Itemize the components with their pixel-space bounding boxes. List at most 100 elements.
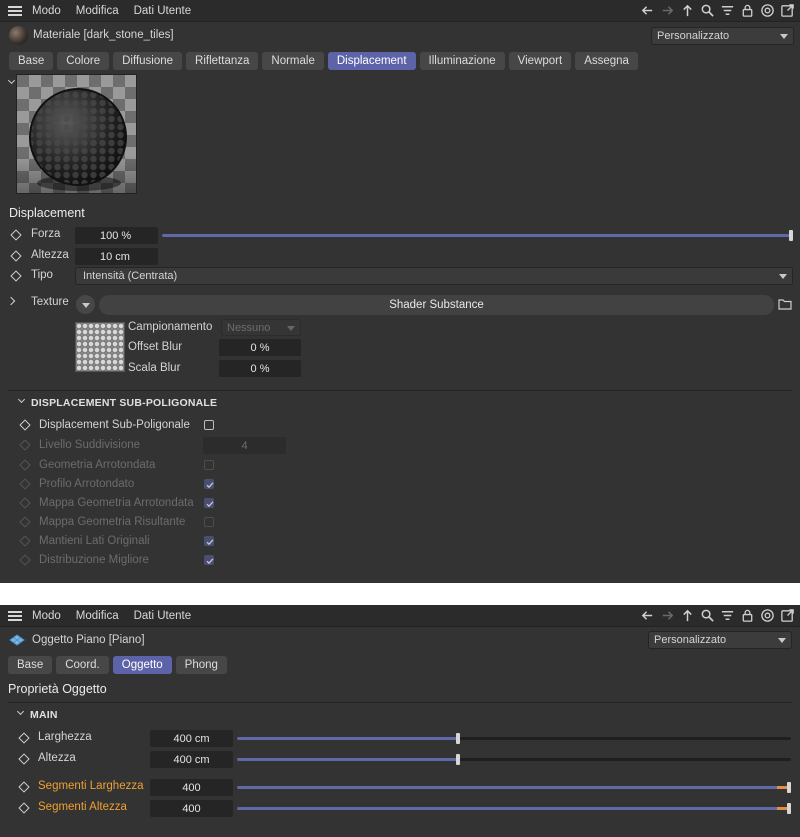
- scala-blur-label: Scala Blur: [128, 362, 181, 374]
- segmenti-altezza-slider-handle[interactable]: [787, 803, 791, 814]
- geometria-arrotondata-checkbox[interactable]: [204, 460, 214, 470]
- shader-substance-button[interactable]: Shader Substance: [99, 295, 774, 315]
- mappa-geometria-risultante-checkbox[interactable]: [204, 517, 214, 527]
- displacement-section-title: Displacement: [9, 206, 85, 220]
- menu-modifica[interactable]: Modifica: [76, 610, 119, 622]
- forward-arrow-icon[interactable]: [659, 2, 676, 19]
- keyframe-diamond-icon[interactable]: [10, 250, 22, 262]
- keyframe-diamond-icon[interactable]: [10, 229, 22, 241]
- campionamento-select[interactable]: Nessuno: [221, 319, 301, 336]
- altezza-slider-handle[interactable]: [455, 754, 460, 765]
- forza-input[interactable]: 100 %: [75, 227, 158, 244]
- material-preview: [16, 74, 137, 194]
- menu-modifica[interactable]: Modifica: [76, 5, 119, 17]
- forza-slider-fill: [162, 234, 793, 237]
- object-tab-coord[interactable]: Coord.: [56, 656, 109, 674]
- larghezza-slider[interactable]: [237, 733, 791, 744]
- menu-dati-utente[interactable]: Dati Utente: [134, 610, 192, 622]
- main-collapse-chevron-icon[interactable]: [16, 707, 25, 716]
- hamburger-menu-icon[interactable]: [8, 610, 22, 621]
- object-tab-phong[interactable]: Phong: [175, 656, 227, 674]
- larghezza-slider-handle[interactable]: [455, 733, 460, 744]
- segmenti-larghezza-slider[interactable]: [237, 782, 791, 793]
- chevron-down-icon: [778, 638, 786, 643]
- filter-icon[interactable]: [719, 2, 736, 19]
- main-section-header: MAIN: [30, 709, 58, 721]
- menu-modo[interactable]: Modo: [32, 5, 61, 17]
- search-icon[interactable]: [699, 607, 716, 624]
- material-tab-displacement[interactable]: Displacement: [327, 52, 416, 70]
- preview-collapse-chevron-icon[interactable]: [7, 76, 16, 85]
- lock-icon[interactable]: [739, 607, 756, 624]
- subpoly-collapse-chevron-icon[interactable]: [17, 395, 26, 404]
- material-tab-assegna[interactable]: Assegna: [575, 52, 638, 70]
- material-tab-viewport[interactable]: Viewport: [508, 52, 572, 70]
- keyframe-diamond-icon[interactable]: [10, 270, 22, 282]
- segmenti-larghezza-slider-handle[interactable]: [787, 782, 791, 793]
- back-arrow-icon[interactable]: [639, 607, 656, 624]
- distribuzione-migliore-checkbox[interactable]: [204, 555, 214, 565]
- segmenti-altezza-input[interactable]: 400: [150, 800, 233, 817]
- section-divider: [8, 390, 792, 391]
- back-arrow-icon[interactable]: [639, 2, 656, 19]
- folder-icon[interactable]: [778, 298, 792, 310]
- object-tab-oggetto[interactable]: Oggetto: [112, 656, 172, 674]
- material-tab-illuminazione[interactable]: Illuminazione: [419, 52, 505, 70]
- target-icon[interactable]: [759, 607, 776, 624]
- material-tab-colore[interactable]: Colore: [57, 52, 110, 70]
- material-attribute-panel: Modo Modifica Dati Utente Materiale [dar…: [0, 0, 800, 583]
- mode-select[interactable]: Personalizzato: [648, 631, 792, 649]
- hamburger-menu-icon[interactable]: [8, 5, 22, 16]
- forza-slider-handle[interactable]: [789, 230, 793, 241]
- target-icon[interactable]: [759, 2, 776, 19]
- keyframe-diamond-icon[interactable]: [18, 781, 30, 793]
- up-arrow-icon[interactable]: [679, 607, 696, 624]
- menu-dati-utente[interactable]: Dati Utente: [134, 5, 192, 17]
- proprieta-oggetto-title: Proprietà Oggetto: [8, 682, 107, 696]
- tipo-select[interactable]: Intensità (Centrata): [75, 267, 793, 285]
- mode-select-value: Personalizzato: [654, 634, 727, 646]
- forward-arrow-icon[interactable]: [659, 607, 676, 624]
- menu-modo[interactable]: Modo: [32, 610, 61, 622]
- keyframe-diamond-icon[interactable]: [18, 802, 30, 814]
- larghezza-input[interactable]: 400 cm: [150, 730, 233, 747]
- campionamento-label: Campionamento: [128, 321, 213, 333]
- subpoly-enable-checkbox[interactable]: [204, 420, 214, 430]
- offset-blur-input[interactable]: 0 %: [219, 339, 301, 356]
- material-tab-diffusione[interactable]: Diffusione: [113, 52, 183, 70]
- mantieni-lati-originali-checkbox[interactable]: [204, 536, 214, 546]
- new-window-icon[interactable]: [779, 2, 796, 19]
- subpoly-section-header: DISPLACEMENT SUB-POLIGONALE: [31, 397, 218, 409]
- new-window-icon[interactable]: [779, 607, 796, 624]
- chevron-down-icon: [780, 34, 788, 39]
- offset-blur-label: Offset Blur: [128, 341, 183, 353]
- search-icon[interactable]: [699, 2, 716, 19]
- segmenti-larghezza-input[interactable]: 400: [150, 779, 233, 796]
- filter-icon[interactable]: [719, 607, 736, 624]
- texture-options-button[interactable]: [76, 295, 95, 314]
- mappa-geometria-arrotondata-checkbox[interactable]: [204, 498, 214, 508]
- forza-slider[interactable]: [162, 230, 793, 241]
- altezza-slider[interactable]: [237, 754, 791, 765]
- keyframe-diamond-icon[interactable]: [18, 753, 30, 765]
- material-title: Materiale [dark_stone_tiles]: [33, 29, 174, 41]
- up-arrow-icon[interactable]: [679, 2, 696, 19]
- keyframe-diamond-icon[interactable]: [19, 419, 31, 431]
- material-tab-riflettanza[interactable]: Riflettanza: [186, 52, 259, 70]
- altezza-label: Altezza: [38, 752, 76, 764]
- altezza-input[interactable]: 400 cm: [150, 751, 233, 768]
- livello-suddivisione-input[interactable]: 4: [203, 437, 286, 454]
- material-tab-normale[interactable]: Normale: [262, 52, 324, 70]
- profilo-arrotondato-checkbox[interactable]: [204, 479, 214, 489]
- segmenti-altezza-slider[interactable]: [237, 803, 791, 814]
- keyframe-diamond-icon[interactable]: [18, 732, 30, 744]
- altezza-input[interactable]: 10 cm: [75, 248, 158, 265]
- material-tab-base[interactable]: Base: [9, 52, 54, 70]
- plane-object-icon: [9, 634, 25, 646]
- chevron-down-icon: [287, 325, 295, 331]
- scala-blur-input[interactable]: 0 %: [219, 360, 301, 377]
- object-tab-base[interactable]: Base: [8, 656, 53, 674]
- lock-icon[interactable]: [739, 2, 756, 19]
- mode-select[interactable]: Personalizzato: [651, 27, 794, 45]
- texture-expand-chevron-icon[interactable]: [6, 296, 16, 306]
